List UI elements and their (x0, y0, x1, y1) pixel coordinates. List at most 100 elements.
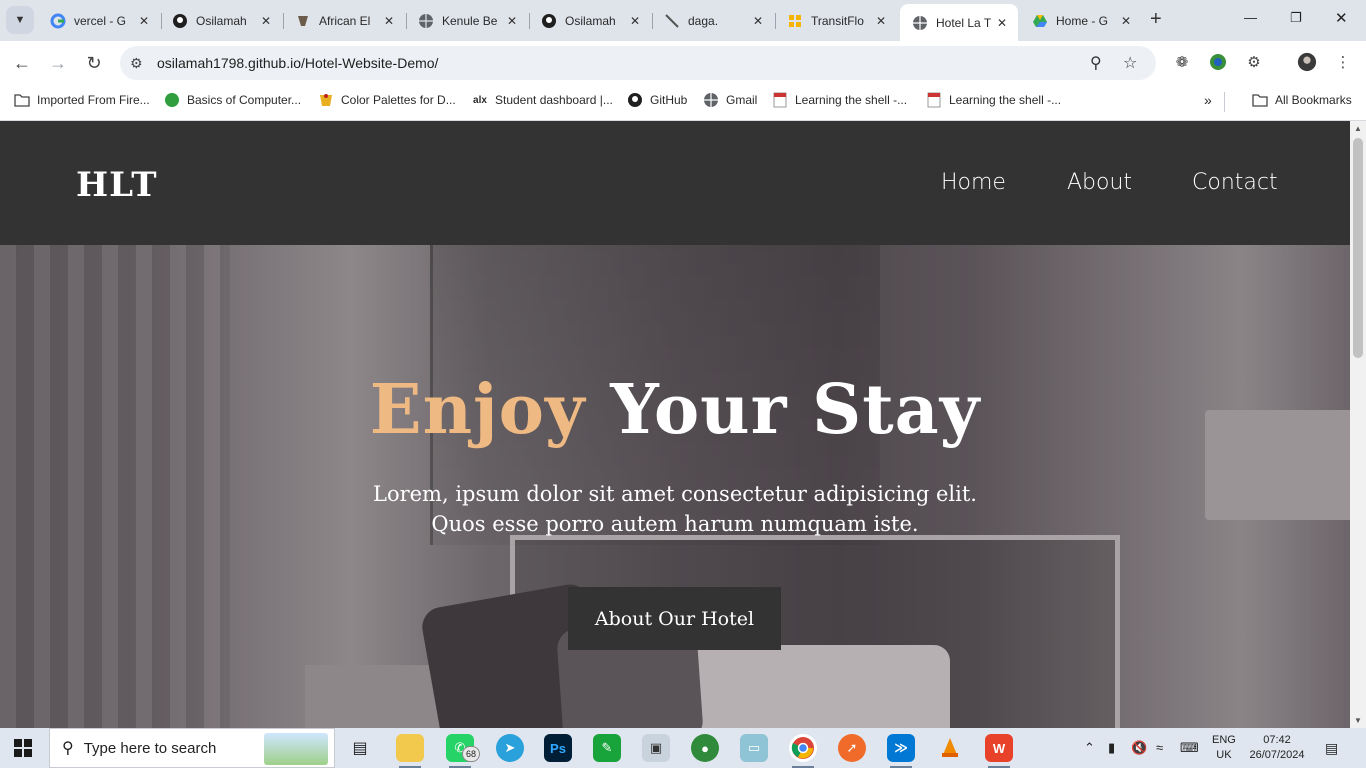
scroll-down-icon[interactable]: ▼ (1354, 716, 1362, 725)
bookmark-label: Basics of Computer... (187, 93, 302, 107)
chrome-icon[interactable] (789, 734, 817, 768)
bookmark-item[interactable]: Gmail (703, 92, 757, 108)
browser-tab[interactable]: African El ✕ (283, 6, 405, 35)
star-icon[interactable]: ☆ (1123, 53, 1137, 73)
green-app-icon[interactable]: ✎ (593, 734, 621, 762)
all-bookmarks-button[interactable]: All Bookmarks (1252, 92, 1352, 108)
close-icon[interactable]: ✕ (381, 14, 397, 28)
close-icon[interactable]: ✕ (873, 14, 889, 28)
scrollbar-thumb[interactable] (1353, 138, 1363, 358)
nav-link-contact[interactable]: Contact (1192, 170, 1278, 195)
reload-button[interactable]: ↻ (84, 53, 104, 73)
nav-link-home[interactable]: Home (941, 170, 1006, 195)
about-hotel-button[interactable]: About Our Hotel (568, 587, 781, 650)
bookmarks-bar: Imported From Fire... Basics of Computer… (0, 85, 1366, 121)
volume-muted-icon[interactable]: 🔇 (1131, 740, 1147, 756)
bookmark-item[interactable]: alx Student dashboard |... (472, 92, 613, 108)
page-icon (926, 92, 942, 108)
tab-search-button[interactable]: ▼ (6, 6, 34, 34)
nav-link-about[interactable]: About (1067, 170, 1132, 195)
close-icon[interactable]: ✕ (136, 14, 152, 28)
address-bar[interactable]: ⚙ osilamah1798.github.io/Hotel-Website-D… (120, 46, 1156, 80)
browser-tab[interactable]: daga. ✕ (652, 6, 774, 35)
wps-office-icon[interactable]: W (985, 734, 1013, 768)
tab-title: Hotel La T (936, 15, 992, 30)
double-chevron-right-icon: » (1204, 92, 1212, 108)
page-icon (772, 92, 788, 108)
close-icon[interactable]: ✕ (627, 14, 643, 28)
site-header: HLT Home About Contact (0, 121, 1350, 245)
tab-title: Osilamah (565, 13, 616, 28)
photos-icon[interactable]: ▣ (642, 734, 670, 762)
postman-icon[interactable]: ➚ (838, 734, 866, 762)
browser-tab[interactable]: Kenule Be ✕ (406, 6, 528, 35)
grid-icon (787, 13, 803, 29)
network-app-icon[interactable]: ● (691, 734, 719, 762)
browser-tab[interactable]: Osilamah ✕ (529, 6, 651, 35)
tray-chevron-up-icon[interactable]: ⌃ (1084, 740, 1095, 756)
wand-icon (664, 13, 680, 29)
close-icon[interactable]: ✕ (258, 14, 274, 28)
zoom-icon[interactable]: ⚲ (1090, 53, 1102, 73)
palette-icon (318, 92, 334, 108)
browser-tab[interactable]: vercel - G ✕ (38, 6, 160, 35)
globe-extension-icon[interactable] (1208, 52, 1228, 72)
more-bookmarks-button[interactable]: » (1204, 92, 1212, 108)
bookmark-item[interactable]: Color Palettes for D... (318, 92, 456, 108)
avatar[interactable] (1297, 52, 1317, 72)
browser-tab-active[interactable]: Hotel La T ✕ (900, 4, 1018, 41)
minimize-button[interactable]: — (1244, 10, 1257, 25)
globe-icon (418, 13, 434, 29)
notification-center-icon[interactable]: ▤ (1325, 740, 1338, 757)
hero-background-nightstand (305, 665, 445, 728)
close-icon[interactable]: ✕ (994, 16, 1010, 30)
browser-tab[interactable]: TransitFlo ✕ (775, 6, 897, 35)
hero-title-accent: Enjoy (369, 370, 586, 450)
bookmark-label: Color Palettes for D... (341, 93, 456, 107)
battery-icon[interactable]: ▮ (1108, 740, 1115, 756)
task-view-icon[interactable]: ▤ (346, 734, 374, 762)
bug-extension-icon[interactable]: ❁ (1172, 52, 1192, 72)
bookmark-item[interactable]: Basics of Computer... (164, 92, 301, 108)
file-explorer-icon[interactable] (396, 734, 424, 768)
bookmark-item[interactable]: Imported From Fire... (14, 92, 150, 108)
close-icon[interactable]: ✕ (750, 14, 766, 28)
taskbar-clock[interactable]: 07:42 26/07/2024 (1244, 733, 1310, 763)
telegram-icon[interactable]: ➤ (496, 734, 524, 762)
menu-dots-icon[interactable]: ⋮ (1333, 52, 1353, 72)
windows-start-button[interactable] (14, 739, 32, 757)
browser-tab[interactable]: Home - G ✕ (1020, 6, 1142, 35)
photoshop-icon[interactable]: Ps (544, 734, 572, 762)
puzzle-extensions-icon[interactable]: ⚙ (1244, 52, 1264, 72)
page-scrollbar[interactable]: ▲ ▼ (1350, 121, 1366, 728)
new-tab-button[interactable]: + (1150, 8, 1162, 31)
language-region: UK (1216, 749, 1232, 761)
taskbar-search-placeholder: Type here to search (83, 739, 217, 757)
globe-icon (912, 15, 928, 31)
wifi-icon[interactable]: ≈ (1156, 740, 1163, 755)
browser-toolbar: ← → ↻ ⚙ osilamah1798.github.io/Hotel-Web… (0, 41, 1366, 85)
restore-button[interactable]: ❐ (1290, 10, 1302, 26)
bookmark-item[interactable]: Learning the shell -... (926, 92, 1061, 108)
window-close-button[interactable]: ✕ (1335, 9, 1348, 27)
taskbar-search[interactable]: ⚲ Type here to search (49, 728, 335, 768)
input-language[interactable]: ENG UK (1212, 733, 1236, 763)
close-icon[interactable]: ✕ (504, 14, 520, 28)
vscode-icon[interactable]: ≫ (887, 734, 915, 768)
site-logo[interactable]: HLT (76, 165, 158, 205)
close-icon[interactable]: ✕ (1118, 14, 1134, 28)
keyboard-icon[interactable]: ⌨ (1180, 740, 1199, 756)
bookmark-item[interactable]: Learning the shell -... (772, 92, 907, 108)
github-icon (627, 92, 643, 108)
browser-tab[interactable]: Osilamah ✕ (160, 6, 282, 35)
notes-app-icon[interactable]: ▭ (740, 734, 768, 762)
back-button[interactable]: ← (12, 53, 32, 73)
forward-button[interactable]: → (48, 53, 68, 73)
url-text[interactable]: osilamah1798.github.io/Hotel-Website-Dem… (157, 55, 438, 71)
vlc-icon[interactable] (936, 734, 964, 762)
site-settings-icon[interactable]: ⚙ (130, 55, 143, 72)
scroll-up-icon[interactable]: ▲ (1354, 124, 1362, 133)
search-icon: ⚲ (62, 740, 74, 757)
whatsapp-unread-badge: 68 (462, 746, 480, 762)
bookmark-item[interactable]: GitHub (627, 92, 687, 108)
